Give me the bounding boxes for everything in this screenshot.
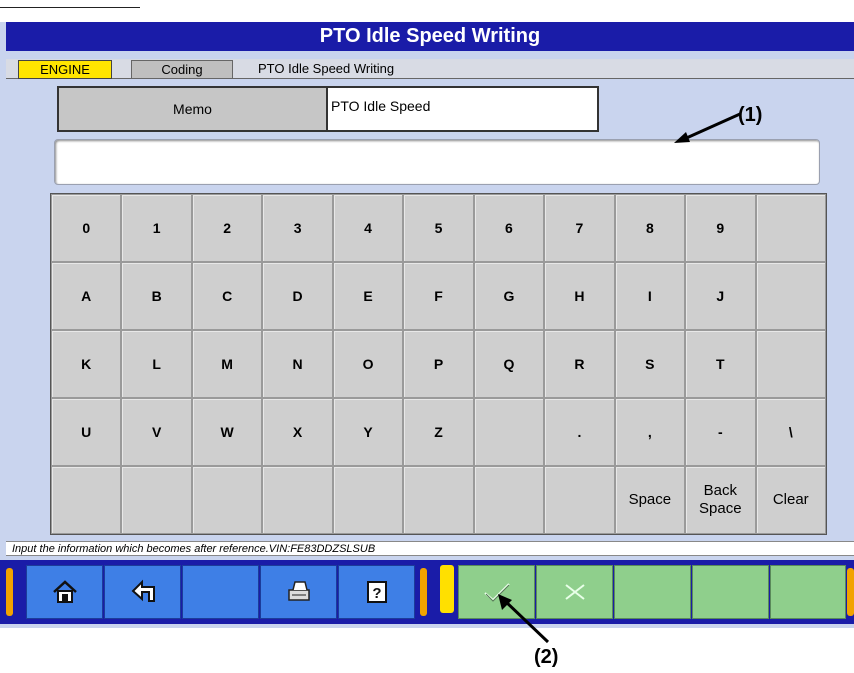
- breadcrumb-coding[interactable]: Coding: [131, 60, 233, 79]
- back-arrow-icon: [131, 579, 155, 602]
- diagnostic-app-window: PTO Idle Speed Writing ENGINE Coding PTO…: [0, 0, 854, 628]
- home-button[interactable]: [26, 565, 103, 619]
- key-i[interactable]: I: [614, 262, 686, 330]
- toolbar-right-cap: [847, 568, 854, 616]
- key-u[interactable]: U: [51, 398, 122, 466]
- breadcrumb: ENGINE Coding PTO Idle Speed Writing: [6, 59, 854, 79]
- key-8[interactable]: 8: [614, 194, 686, 262]
- key-backslash[interactable]: \: [755, 398, 826, 466]
- toolbar-green-blank-3: [770, 565, 846, 619]
- key-clear[interactable]: Clear: [755, 466, 826, 534]
- key-comma[interactable]: ,: [614, 398, 686, 466]
- key-e[interactable]: E: [332, 262, 404, 330]
- key-blank: [51, 466, 122, 534]
- key-blank: [473, 398, 545, 466]
- cancel-x-icon: [564, 584, 585, 600]
- window-title: PTO Idle Speed Writing: [6, 22, 854, 51]
- memo-label: Memo: [59, 88, 328, 130]
- key-6[interactable]: 6: [473, 194, 545, 262]
- key-5[interactable]: 5: [403, 194, 474, 262]
- key-c[interactable]: C: [191, 262, 263, 330]
- memo-value: PTO Idle Speed: [331, 98, 431, 114]
- callout-arrow-1: [674, 112, 741, 143]
- on-screen-keyboard: 0 1 2 3 4 5 6 7 8 9 A B C D E F G H I J K L M N O P Q R S T U V W X Y Z., - \…: [50, 193, 827, 535]
- status-message: Input the information which becomes afte…: [6, 541, 854, 556]
- key-h[interactable]: H: [544, 262, 615, 330]
- bottom-toolbar: ?: [0, 560, 854, 624]
- help-icon: ?: [366, 581, 387, 603]
- key-blank: [473, 466, 545, 534]
- key-v[interactable]: V: [121, 398, 192, 466]
- toolbar-left-cap: [6, 568, 13, 616]
- callout-arrow-2: [498, 594, 550, 644]
- key-w[interactable]: W: [191, 398, 263, 466]
- key-s[interactable]: S: [614, 330, 686, 398]
- key-z[interactable]: Z: [403, 398, 474, 466]
- key-a[interactable]: A: [51, 262, 122, 330]
- key-blank: [755, 262, 826, 330]
- key-t[interactable]: T: [685, 330, 756, 398]
- toolbar-green-blank-1: [614, 565, 691, 619]
- toolbar-mid-cap: [420, 568, 427, 616]
- toolbar-blank-1: [182, 565, 259, 619]
- breadcrumb-engine[interactable]: ENGINE: [18, 60, 112, 79]
- key-b[interactable]: B: [121, 262, 192, 330]
- key-r[interactable]: R: [544, 330, 615, 398]
- key-n[interactable]: N: [262, 330, 333, 398]
- key-9[interactable]: 9: [685, 194, 756, 262]
- key-y[interactable]: Y: [332, 398, 404, 466]
- key-m[interactable]: M: [191, 330, 263, 398]
- toolbar-divider: [440, 565, 454, 613]
- printer-icon: [287, 581, 310, 601]
- key-3[interactable]: 3: [262, 194, 333, 262]
- key-backspace[interactable]: Back Space: [685, 466, 756, 534]
- print-button[interactable]: [260, 565, 337, 619]
- key-space[interactable]: Space: [614, 466, 686, 534]
- key-1[interactable]: 1: [121, 194, 192, 262]
- svg-text:?: ?: [372, 585, 381, 602]
- key-q[interactable]: Q: [473, 330, 545, 398]
- toolbar-green-blank-2: [692, 565, 769, 619]
- memo-row: Memo PTO Idle Speed: [57, 86, 599, 132]
- key-l[interactable]: L: [121, 330, 192, 398]
- key-blank: [332, 466, 404, 534]
- top-strip: [0, 0, 854, 22]
- key-hyphen[interactable]: -: [685, 398, 756, 466]
- key-period[interactable]: .: [544, 398, 615, 466]
- key-blank: [544, 466, 615, 534]
- home-icon: [52, 580, 77, 603]
- key-f[interactable]: F: [403, 262, 474, 330]
- key-x[interactable]: X: [262, 398, 333, 466]
- key-blank: [121, 466, 192, 534]
- key-2[interactable]: 2: [191, 194, 263, 262]
- key-blank: [755, 330, 826, 398]
- breadcrumb-current: PTO Idle Speed Writing: [258, 61, 395, 76]
- key-4[interactable]: 4: [332, 194, 404, 262]
- key-blank: [403, 466, 474, 534]
- key-blank: [191, 466, 263, 534]
- key-blank: [755, 194, 826, 262]
- key-k[interactable]: K: [51, 330, 122, 398]
- key-7[interactable]: 7: [544, 194, 615, 262]
- help-button[interactable]: ?: [338, 565, 415, 619]
- back-button[interactable]: [104, 565, 181, 619]
- key-p[interactable]: P: [403, 330, 474, 398]
- key-j[interactable]: J: [685, 262, 756, 330]
- key-o[interactable]: O: [332, 330, 404, 398]
- key-g[interactable]: G: [473, 262, 545, 330]
- key-d[interactable]: D: [262, 262, 333, 330]
- key-0[interactable]: 0: [51, 194, 122, 262]
- key-blank: [262, 466, 333, 534]
